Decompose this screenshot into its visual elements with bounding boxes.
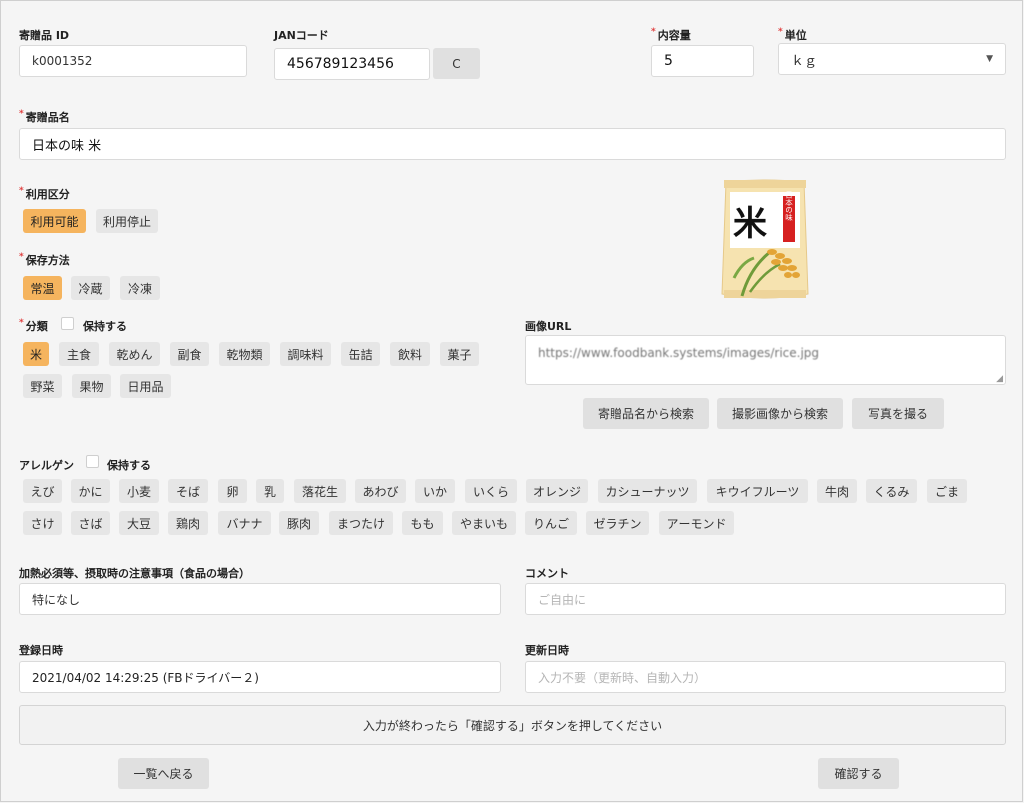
category-chip[interactable]: 乾めん (109, 342, 160, 366)
jan-clear-button[interactable]: C (433, 48, 480, 79)
id-label: 寄贈品 ID (19, 29, 70, 42)
allergen-chip[interactable]: 落花生 (294, 479, 346, 503)
category-chip[interactable]: 主食 (59, 342, 99, 366)
updated-label: 更新日時 (525, 644, 569, 657)
caution-label: 加熱必須等、摂取時の注意事項（食品の場合） (19, 567, 250, 580)
allergen-hold-label: 保持する (107, 459, 151, 472)
updated-input[interactable]: 入力不要（更新時、自動入力） (525, 661, 1006, 693)
allergen-chip[interactable]: 大豆 (119, 511, 159, 535)
allergen-chip[interactable]: いか (415, 479, 455, 503)
comment-input[interactable]: ご自由に (525, 583, 1006, 615)
usage-option-available[interactable]: 利用可能 (23, 209, 86, 233)
allergen-chip[interactable]: そば (168, 479, 208, 503)
comment-label: コメント (525, 567, 569, 580)
id-input[interactable]: k0001352 (19, 45, 247, 77)
allergen-chip[interactable]: いくら (465, 479, 517, 503)
name-label: * 寄贈品名 (19, 109, 70, 124)
storage-option-fridge[interactable]: 冷蔵 (71, 276, 110, 300)
category-chip[interactable]: 缶詰 (341, 342, 380, 366)
caret-down-icon: ▼ (986, 54, 993, 64)
category-chip[interactable]: 乾物類 (219, 342, 270, 366)
allergen-chip[interactable]: まつたけ (329, 511, 393, 535)
allergen-chip[interactable]: アーモンド (659, 511, 734, 535)
search-by-name-button[interactable]: 寄贈品名から検索 (583, 398, 709, 429)
allergen-chip[interactable]: 小麦 (119, 479, 159, 503)
confirm-button[interactable]: 確認する (818, 758, 899, 789)
allergen-chip[interactable]: バナナ (218, 511, 271, 535)
allergen-chip[interactable]: 牛肉 (817, 479, 857, 503)
category-chip[interactable]: 調味料 (280, 342, 331, 366)
allergen-chip[interactable]: ゼラチン (586, 511, 649, 535)
unit-select[interactable]: ｋｇ ▼ (778, 43, 1006, 75)
allergen-chip[interactable]: カシューナッツ (598, 479, 697, 503)
image-url-label: 画像URL (525, 320, 572, 333)
rice-bag-character: 米 (733, 204, 767, 244)
allergen-chip[interactable]: かに (71, 479, 110, 503)
back-to-list-button[interactable]: 一覧へ戻る (118, 758, 209, 789)
storage-option-freezer[interactable]: 冷凍 (120, 276, 160, 300)
allergen-chip[interactable]: りんご (525, 511, 577, 535)
created-input[interactable]: 2021/04/02 14:29:25 (FBドライバー２) (19, 661, 501, 693)
category-chip[interactable]: 飲料 (390, 342, 430, 366)
allergen-chip[interactable]: キウイフルーツ (707, 479, 808, 503)
unit-label: * 単位 (778, 27, 807, 42)
created-label: 登録日時 (19, 644, 63, 657)
allergen-chip[interactable]: さば (71, 511, 110, 535)
allergen-chip[interactable]: くるみ (866, 479, 917, 503)
name-input[interactable]: 日本の味 米 (19, 128, 1006, 160)
allergen-chip[interactable]: さけ (23, 511, 62, 535)
allergen-chip[interactable]: あわび (355, 479, 406, 503)
allergen-chip[interactable]: もも (402, 511, 443, 535)
category-hold-label: 保持する (83, 320, 127, 333)
volume-input[interactable]: 5 (651, 45, 754, 77)
rice-bag-brand-text: 日本の味 (784, 191, 793, 223)
allergen-chip[interactable]: やまいも (452, 511, 516, 535)
category-label: * 分類 (19, 318, 48, 333)
take-photo-button[interactable]: 写真を撮る (852, 398, 944, 429)
allergen-chip[interactable]: 卵 (218, 479, 247, 503)
category-chip[interactable]: 日用品 (120, 374, 171, 398)
jan-label: JANコード (274, 29, 329, 42)
image-url-value: https://www.foodbank.systems/images/rice… (538, 346, 820, 360)
allergen-hold-checkbox[interactable] (86, 455, 99, 468)
category-hold-checkbox[interactable] (61, 317, 74, 330)
confirm-notice: 入力が終わったら「確認する」ボタンを押してください (19, 705, 1006, 745)
allergen-chip[interactable]: 鶏肉 (168, 511, 208, 535)
product-image-rice-bag: 米 日本の味 (721, 179, 809, 299)
allergen-chip[interactable]: 乳 (256, 479, 284, 503)
category-chip[interactable]: 野菜 (23, 374, 62, 398)
search-by-photo-button[interactable]: 撮影画像から検索 (717, 398, 843, 429)
resize-handle-icon[interactable]: ◢ (996, 374, 1003, 384)
caution-input[interactable]: 特になし (19, 583, 501, 615)
category-chip[interactable]: 果物 (72, 374, 111, 398)
allergen-chip[interactable]: 豚肉 (279, 511, 319, 535)
category-chip[interactable]: 副食 (170, 342, 209, 366)
usage-label: * 利用区分 (19, 186, 70, 201)
allergen-chip[interactable]: ごま (927, 479, 967, 503)
allergen-chip[interactable]: オレンジ (526, 479, 588, 503)
volume-label: * 内容量 (651, 27, 691, 42)
usage-option-suspended[interactable]: 利用停止 (96, 209, 158, 233)
allergen-label: アレルゲン (19, 459, 74, 472)
image-url-textarea[interactable]: https://www.foodbank.systems/images/rice… (525, 335, 1006, 385)
storage-option-room[interactable]: 常温 (23, 276, 62, 300)
jan-input[interactable]: 456789123456 (274, 48, 430, 80)
category-chip[interactable]: 菓子 (440, 342, 479, 366)
storage-label: * 保存方法 (19, 252, 70, 267)
allergen-chip[interactable]: えび (23, 479, 62, 503)
unit-value: ｋｇ (791, 53, 818, 69)
category-chip[interactable]: 米 (23, 342, 49, 366)
